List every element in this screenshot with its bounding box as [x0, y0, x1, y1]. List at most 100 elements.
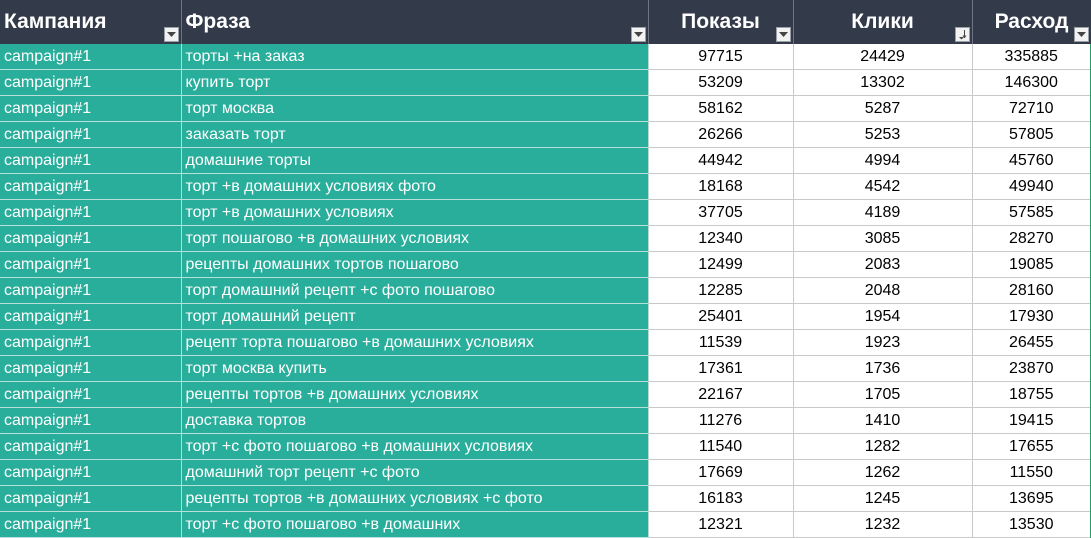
cost-cell[interactable]: 17930 [972, 303, 1091, 330]
cost-cell[interactable]: 11550 [972, 459, 1091, 486]
impressions-cell[interactable]: 44942 [648, 147, 794, 174]
cost-cell[interactable]: 19085 [972, 251, 1091, 278]
sort-descending-filter-icon[interactable] [954, 27, 970, 42]
phrase-cell[interactable]: рецепт торта пошагово +в домашних услови… [181, 329, 649, 356]
cost-cell[interactable]: 57805 [972, 121, 1091, 148]
clicks-cell[interactable]: 5253 [793, 121, 973, 148]
campaign-cell[interactable]: campaign#1 [0, 407, 182, 434]
clicks-cell[interactable]: 2048 [793, 277, 973, 304]
clicks-cell[interactable]: 3085 [793, 225, 973, 252]
clicks-cell[interactable]: 4542 [793, 173, 973, 200]
campaign-cell[interactable]: campaign#1 [0, 485, 182, 512]
impressions-cell[interactable]: 12285 [648, 277, 794, 304]
cost-cell[interactable]: 45760 [972, 147, 1091, 174]
campaign-cell[interactable]: campaign#1 [0, 225, 182, 252]
cost-cell[interactable]: 26455 [972, 329, 1091, 356]
clicks-cell[interactable]: 5287 [793, 95, 973, 122]
phrase-cell[interactable]: торт пошагово +в домашних условиях [181, 225, 649, 252]
campaign-cell[interactable]: campaign#1 [0, 433, 182, 460]
impressions-cell[interactable]: 12499 [648, 251, 794, 278]
clicks-cell[interactable]: 1282 [793, 433, 973, 460]
campaign-cell[interactable]: campaign#1 [0, 95, 182, 122]
filter-dropdown-icon[interactable] [630, 27, 646, 42]
phrase-cell[interactable]: торт домашний рецепт +с фото пошагово [181, 277, 649, 304]
phrase-cell[interactable]: домашний торт рецепт +с фото [181, 459, 649, 486]
clicks-cell[interactable]: 2083 [793, 251, 973, 278]
clicks-cell[interactable]: 1262 [793, 459, 973, 486]
campaign-cell[interactable]: campaign#1 [0, 199, 182, 226]
phrase-cell[interactable]: торт домашний рецепт [181, 303, 649, 330]
impressions-cell[interactable]: 97715 [648, 44, 794, 70]
phrase-cell[interactable]: торт +в домашних условиях фото [181, 173, 649, 200]
filter-dropdown-icon[interactable] [163, 27, 179, 42]
impressions-cell[interactable]: 22167 [648, 381, 794, 408]
cost-cell[interactable]: 17655 [972, 433, 1091, 460]
phrase-cell[interactable]: домашние торты [181, 147, 649, 174]
impressions-cell[interactable]: 18168 [648, 173, 794, 200]
campaign-cell[interactable]: campaign#1 [0, 173, 182, 200]
campaign-cell[interactable]: campaign#1 [0, 381, 182, 408]
cost-cell[interactable]: 146300 [972, 69, 1091, 96]
clicks-cell[interactable]: 1736 [793, 355, 973, 382]
impressions-cell[interactable]: 11276 [648, 407, 794, 434]
campaign-cell[interactable]: campaign#1 [0, 303, 182, 330]
phrase-cell[interactable]: торт +в домашних условиях [181, 199, 649, 226]
impressions-cell[interactable]: 17361 [648, 355, 794, 382]
cost-cell[interactable]: 18755 [972, 381, 1091, 408]
impressions-cell[interactable]: 11540 [648, 433, 794, 460]
cost-cell[interactable]: 57585 [972, 199, 1091, 226]
impressions-cell[interactable]: 12321 [648, 511, 794, 538]
phrase-cell[interactable]: торт +с фото пошагово +в домашних услови… [181, 433, 649, 460]
impressions-cell[interactable]: 12340 [648, 225, 794, 252]
impressions-cell[interactable]: 26266 [648, 121, 794, 148]
phrase-cell[interactable]: торт москва купить [181, 355, 649, 382]
cost-cell[interactable]: 28160 [972, 277, 1091, 304]
cost-cell[interactable]: 72710 [972, 95, 1091, 122]
phrase-cell[interactable]: доставка тортов [181, 407, 649, 434]
campaign-cell[interactable]: campaign#1 [0, 69, 182, 96]
cost-cell[interactable]: 49940 [972, 173, 1091, 200]
phrase-cell[interactable]: торт москва [181, 95, 649, 122]
campaign-cell[interactable]: campaign#1 [0, 121, 182, 148]
campaign-cell[interactable]: campaign#1 [0, 355, 182, 382]
phrase-cell[interactable]: рецепты тортов +в домашних условиях +с ф… [181, 485, 649, 512]
phrase-cell[interactable]: заказать торт [181, 121, 649, 148]
clicks-cell[interactable]: 1245 [793, 485, 973, 512]
campaign-cell[interactable]: campaign#1 [0, 329, 182, 356]
cost-cell[interactable]: 23870 [972, 355, 1091, 382]
impressions-cell[interactable]: 37705 [648, 199, 794, 226]
cost-cell[interactable]: 28270 [972, 225, 1091, 252]
clicks-cell[interactable]: 1232 [793, 511, 973, 538]
campaign-cell[interactable]: campaign#1 [0, 511, 182, 538]
clicks-cell[interactable]: 1705 [793, 381, 973, 408]
impressions-cell[interactable]: 17669 [648, 459, 794, 486]
phrase-cell[interactable]: торт +с фото пошагово +в домашних [181, 511, 649, 538]
filter-dropdown-icon[interactable] [775, 27, 791, 42]
impressions-cell[interactable]: 58162 [648, 95, 794, 122]
campaign-cell[interactable]: campaign#1 [0, 459, 182, 486]
cost-cell[interactable]: 13530 [972, 511, 1091, 538]
clicks-cell[interactable]: 4189 [793, 199, 973, 226]
clicks-cell[interactable]: 1954 [793, 303, 973, 330]
cost-cell[interactable]: 335885 [972, 44, 1091, 70]
impressions-cell[interactable]: 16183 [648, 485, 794, 512]
phrase-cell[interactable]: рецепты домашних тортов пошагово [181, 251, 649, 278]
cost-cell[interactable]: 13695 [972, 485, 1091, 512]
phrase-cell[interactable]: торты +на заказ [181, 44, 649, 70]
phrase-cell[interactable]: купить торт [181, 69, 649, 96]
campaign-cell[interactable]: campaign#1 [0, 251, 182, 278]
clicks-cell[interactable]: 13302 [793, 69, 973, 96]
impressions-cell[interactable]: 11539 [648, 329, 794, 356]
campaign-cell[interactable]: campaign#1 [0, 277, 182, 304]
campaign-cell[interactable]: campaign#1 [0, 147, 182, 174]
impressions-cell[interactable]: 25401 [648, 303, 794, 330]
phrase-cell[interactable]: рецепты тортов +в домашних условиях [181, 381, 649, 408]
clicks-cell[interactable]: 1923 [793, 329, 973, 356]
clicks-cell[interactable]: 1410 [793, 407, 973, 434]
clicks-cell[interactable]: 24429 [793, 44, 973, 70]
impressions-cell[interactable]: 53209 [648, 69, 794, 96]
cost-cell[interactable]: 19415 [972, 407, 1091, 434]
campaign-cell[interactable]: campaign#1 [0, 44, 182, 70]
clicks-cell[interactable]: 4994 [793, 147, 973, 174]
filter-dropdown-icon[interactable] [1073, 27, 1089, 42]
